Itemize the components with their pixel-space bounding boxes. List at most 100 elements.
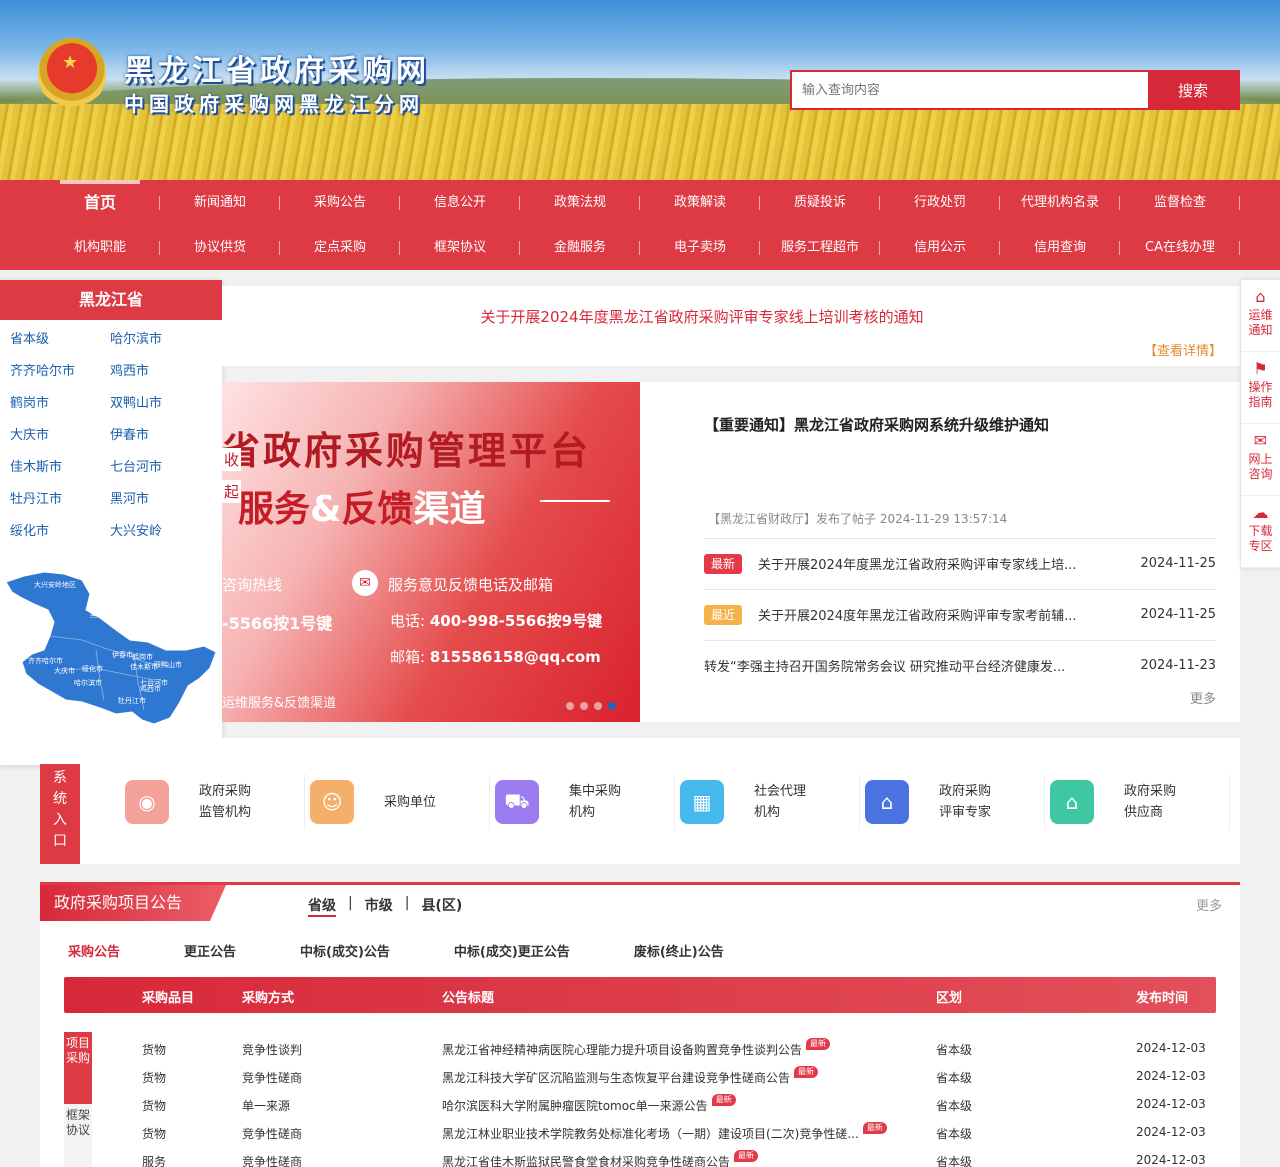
system-entry-item[interactable]: ⌂ 政府采购 评审专家: [860, 774, 1045, 830]
float-item-label: 下载专区: [1248, 524, 1273, 553]
float-item[interactable]: ✉ 网上咨询: [1241, 424, 1280, 496]
province-map[interactable]: 大兴安岭地区黑齐齐哈尔市 伊春市 鹤岗市 佳木斯市 双鸭山市 大庆市 绥化市 哈尔滨市 七台河市…: [4, 570, 218, 730]
news-item[interactable]: 最近 关于开展2024度年黑龙江省政府采购评审专家考前辅... 2024-11-25: [704, 589, 1216, 639]
system-entry-label: 集中采购 机构: [569, 781, 621, 823]
news-headline[interactable]: 【重要通知】黑龙江省政府采购网系统升级维护通知: [704, 414, 1049, 435]
table-row[interactable]: 货物 竞争性谈判 黑龙江省神经精神病医院心理能力提升项目设备购置竞争性谈判公告 最新 省…: [40, 1035, 1240, 1063]
cell-title[interactable]: 哈尔滨医科大学附属肿瘤医院tomoc单一来源公告 最新: [442, 1094, 736, 1114]
float-item[interactable]: ☁ 下载专区: [1241, 496, 1280, 568]
announcement-type-tab[interactable]: 采购公告: [68, 941, 120, 960]
notice-title[interactable]: 关于开展2024年度黑龙江省政府采购评审专家线上培训考核的通知: [222, 306, 1182, 327]
float-item[interactable]: ⌂ 运维通知: [1241, 280, 1280, 352]
nav-item[interactable]: 行政处罚: [880, 180, 1000, 225]
region-link[interactable]: 双鸭山市: [110, 394, 210, 414]
region-link[interactable]: 齐齐哈尔市: [10, 362, 110, 382]
system-entry-item[interactable]: ☺ 采购单位: [305, 774, 490, 830]
news-title[interactable]: 关于开展2024年度黑龙江省政府采购评审专家线上培...: [758, 554, 1126, 573]
region-link[interactable]: 牡丹江市: [10, 490, 110, 510]
nav-item[interactable]: CA在线办理: [1120, 225, 1240, 270]
nav-item[interactable]: 信用公示: [880, 225, 1000, 270]
nav-item[interactable]: 质疑投诉: [760, 180, 880, 225]
cell-title[interactable]: 黑龙江省神经精神病医院心理能力提升项目设备购置竞争性谈判公告 最新: [442, 1038, 831, 1058]
level-tab[interactable]: 县(区): [421, 895, 462, 917]
entry-tab-char: 口: [53, 833, 67, 849]
new-badge: 最新: [806, 1038, 831, 1050]
region-link[interactable]: 伊春市: [110, 426, 210, 446]
region-link[interactable]: 佳木斯市: [10, 458, 110, 478]
nav-item[interactable]: 电子卖场: [640, 225, 760, 270]
system-entry-label-line2: 供应商: [1124, 805, 1164, 820]
notice-more-link[interactable]: 【查看详情】: [1144, 340, 1222, 359]
region-link[interactable]: 绥化市: [10, 522, 110, 542]
nav-item[interactable]: 框架协议: [400, 225, 520, 270]
carousel-mail-value: 815586158@qq.com: [429, 648, 601, 666]
system-entry-item[interactable]: ▦ 社会代理 机构: [675, 774, 860, 830]
system-entry-item[interactable]: ◉ 政府采购 监管机构: [120, 774, 305, 830]
nav-item[interactable]: 政策法规: [520, 180, 640, 225]
nav-item[interactable]: 政策解读: [640, 180, 760, 225]
region-link[interactable]: 七台河市: [110, 458, 210, 478]
search-input[interactable]: [792, 72, 1148, 108]
news-date: 2024-11-25: [1140, 556, 1216, 571]
cell-title-text[interactable]: 哈尔滨医科大学附属肿瘤医院tomoc单一来源公告: [442, 1099, 708, 1113]
nav-item[interactable]: 协议供货: [160, 225, 280, 270]
news-more-link[interactable]: 更多: [1190, 688, 1216, 707]
announcement-type-tab[interactable]: 更正公告: [184, 941, 236, 960]
nav-item[interactable]: 采购公告: [280, 180, 400, 225]
table-row[interactable]: 货物 竞争性磋商 黑龙江科技大学矿区沉陷监测与生态恢复平台建设竞争性磋商公告 最新 省本…: [40, 1063, 1240, 1091]
nav-item[interactable]: 信用查询: [1000, 225, 1120, 270]
level-tab[interactable]: 省级: [308, 895, 336, 917]
nav-item[interactable]: 新闻通知: [160, 180, 280, 225]
bag-icon: ⌂: [1255, 287, 1266, 306]
news-item[interactable]: 最新 关于开展2024年度黑龙江省政府采购评审专家线上培... 2024-11-25: [704, 538, 1216, 588]
announcement-type-tab[interactable]: 废标(终止)公告: [634, 941, 724, 960]
nav-item[interactable]: 信息公开: [400, 180, 520, 225]
cell-title[interactable]: 黑龙江林业职业技术学院教务处标准化考场（一期）建设项目(二次)竞争性磋... 最新: [442, 1122, 887, 1142]
news-item[interactable]: 转发“李强主持召开国务院常务会议 研究推动平台经济健康发... 2024-11-2…: [704, 640, 1216, 690]
system-entry-item[interactable]: ⛟ 集中采购 机构: [490, 774, 675, 830]
cell-title-text[interactable]: 黑龙江林业职业技术学院教务处标准化考场（一期）建设项目(二次)竞争性磋...: [442, 1127, 859, 1141]
table-row[interactable]: 货物 竞争性磋商 黑龙江林业职业技术学院教务处标准化考场（一期）建设项目(二次)竞争…: [40, 1119, 1240, 1147]
table-row[interactable]: 服务 竞争性磋商 黑龙江省佳木斯监狱民警食堂食材采购竞争性磋商公告 最新 省本级 2024…: [40, 1147, 1240, 1167]
cell-title-text[interactable]: 黑龙江省神经精神病医院心理能力提升项目设备购置竞争性谈判公告: [442, 1043, 802, 1057]
float-item[interactable]: ⚑ 操作指南: [1241, 352, 1280, 424]
region-link[interactable]: 大兴安岭: [110, 522, 210, 542]
level-tab[interactable]: 市级: [365, 895, 393, 917]
home-icon: ⌂: [1050, 780, 1094, 824]
nav-item[interactable]: 服务工程超市: [760, 225, 880, 270]
map-label: 鹤岗市: [132, 653, 153, 661]
nav-item[interactable]: 监督检查: [1120, 180, 1240, 225]
chat-icon: ✉: [1253, 431, 1268, 450]
news-date: 2024-11-25: [1140, 607, 1216, 622]
carousel-dot[interactable]: [580, 702, 588, 710]
nav-item[interactable]: 定点采购: [280, 225, 400, 270]
nav-item[interactable]: 代理机构名录: [1000, 180, 1120, 225]
table-row[interactable]: 货物 单一来源 哈尔滨医科大学附属肿瘤医院tomoc单一来源公告 最新 省本级 2024-…: [40, 1091, 1240, 1119]
system-entry-label: 政府采购 供应商: [1124, 781, 1176, 823]
region-link[interactable]: 黑河市: [110, 490, 210, 510]
region-link[interactable]: 哈尔滨市: [110, 330, 210, 350]
region-link[interactable]: 大庆市: [10, 426, 110, 446]
region-link[interactable]: 鸡西市: [110, 362, 210, 382]
search-button[interactable]: 搜索: [1148, 72, 1238, 108]
system-entry-item[interactable]: ⌂ 政府采购 供应商: [1045, 774, 1230, 830]
carousel-dot[interactable]: [594, 702, 602, 710]
procurement-more-link[interactable]: 更多: [1196, 895, 1222, 914]
carousel-tel: 电话: 400-998-5566按9号键: [390, 610, 602, 631]
cell-title[interactable]: 黑龙江科技大学矿区沉陷监测与生态恢复平台建设竞争性磋商公告 最新: [442, 1066, 819, 1086]
cell-title-text[interactable]: 黑龙江省佳木斯监狱民警食堂食材采购竞争性磋商公告: [442, 1155, 730, 1167]
news-title[interactable]: 关于开展2024度年黑龙江省政府采购评审专家考前辅...: [758, 605, 1126, 624]
nav-item[interactable]: 机构职能: [40, 225, 160, 270]
announcement-type-tab[interactable]: 中标(成交)更正公告: [454, 941, 570, 960]
nav-item[interactable]: 首页: [40, 180, 160, 225]
carousel[interactable]: 省政府采购管理平台 收 起 服务&反馈渠道 咨询热线 -5566按1号键 ✉ 服…: [222, 382, 640, 722]
nav-item[interactable]: 金融服务: [520, 225, 640, 270]
news-title[interactable]: 转发“李强主持召开国务院常务会议 研究推动平台经济健康发...: [704, 656, 1126, 675]
carousel-dot[interactable]: [566, 702, 574, 710]
region-link[interactable]: 鹤岗市: [10, 394, 110, 414]
region-link[interactable]: 省本级: [10, 330, 110, 350]
carousel-dot[interactable]: [608, 702, 616, 710]
announcement-type-tab[interactable]: 中标(成交)公告: [300, 941, 390, 960]
cell-title[interactable]: 黑龙江省佳木斯监狱民警食堂食材采购竞争性磋商公告 最新: [442, 1150, 759, 1167]
cell-title-text[interactable]: 黑龙江科技大学矿区沉陷监测与生态恢复平台建设竞争性磋商公告: [442, 1071, 790, 1085]
